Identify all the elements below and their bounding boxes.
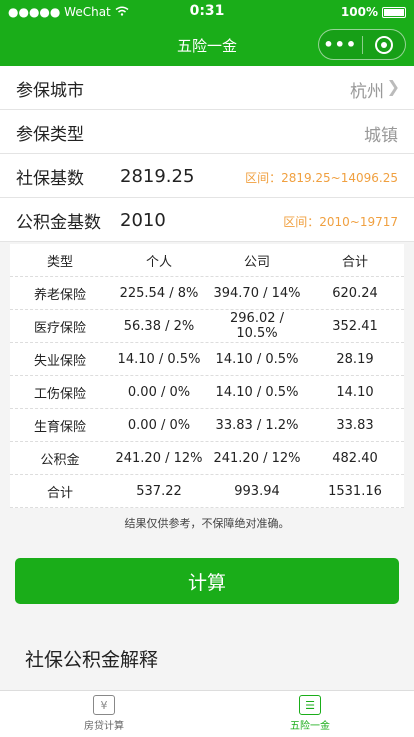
row-personal: 14.10 / 0.5% (117, 351, 201, 367)
header-type: 类型 (46, 254, 73, 270)
calculate-button[interactable]: 计算 (15, 558, 399, 604)
row-personal: 241.20 / 12% (115, 450, 203, 466)
row-type: 失业保险 (33, 353, 86, 369)
battery-info: 100% (341, 5, 406, 19)
row-type: 医疗保险 (33, 320, 86, 336)
row-total: 28.19 (336, 351, 374, 367)
row-personal: 56.38 / 2% (123, 318, 195, 334)
row-company: 394.70 / 14% (213, 285, 301, 301)
row-total: 482.40 (332, 450, 378, 466)
row-total: 352.41 (332, 318, 378, 334)
row-personal: 0.00 / 0% (127, 384, 191, 400)
row-type: 公积金 (40, 452, 80, 468)
fund-base-label: 公积金基数 (16, 213, 101, 233)
yen-house-icon: ¥ (93, 695, 115, 715)
battery-percent: 100% (340, 5, 378, 19)
social-base-label: 社保基数 (16, 169, 84, 189)
more-button[interactable]: ••• (319, 30, 362, 59)
row-type: 生育保险 (33, 419, 86, 435)
table-row: 公积金 241.20 / 12% 241.20 / 12% 482.40 (10, 442, 404, 475)
type-row[interactable]: 参保类型 城镇 (0, 110, 414, 154)
status-bar: ●●●●● WeChat 0:31 100% (0, 0, 414, 24)
row-personal: 537.22 (136, 483, 182, 499)
close-button[interactable] (363, 30, 406, 59)
mini-program-capsule: ••• (318, 29, 406, 60)
header-total: 合计 (341, 254, 368, 270)
row-type: 工伤保险 (33, 386, 86, 402)
table-row: 失业保险 14.10 / 0.5% 14.10 / 0.5% 28.19 (10, 343, 404, 376)
row-type: 养老保险 (33, 287, 86, 303)
row-total: 1531.16 (328, 483, 382, 499)
city-label: 参保城市 (16, 81, 84, 101)
row-company: 241.20 / 12% (213, 450, 301, 466)
row-type: 合计 (46, 485, 73, 501)
header-company: 公司 (243, 254, 270, 270)
header-personal: 个人 (145, 254, 172, 270)
row-company: 14.10 / 0.5% (215, 384, 299, 400)
target-icon (374, 35, 393, 54)
fund-base-range: 区间：2010~19717 (283, 215, 398, 229)
insurance-icon: ☰ (299, 695, 321, 715)
disclaimer-note: 结果仅供参考，不保障绝对准确。 (124, 517, 290, 530)
row-total: 620.24 (332, 285, 378, 301)
table-row: 医疗保险 56.38 / 2% 296.02 / 10.5% 352.41 (10, 310, 404, 343)
row-personal: 225.54 / 8% (119, 285, 199, 301)
tab-bar: ¥ 房贷计算 ☰ 五险一金 (0, 690, 414, 737)
row-total: 33.83 (336, 417, 374, 433)
table-row: 工伤保险 0.00 / 0% 14.10 / 0.5% 14.10 (10, 376, 404, 409)
chevron-right-icon: ❯ (386, 77, 400, 96)
tab-insurance-label: 五险一金 (290, 721, 330, 732)
battery-icon (382, 6, 406, 18)
tab-mortgage-label: 房贷计算 (84, 721, 124, 732)
fund-base-input[interactable]: 2010 (120, 210, 166, 231)
tab-mortgage[interactable]: ¥ 房贷计算 (44, 695, 164, 732)
city-value: 杭州 (350, 82, 384, 102)
table-row: 养老保险 225.54 / 8% 394.70 / 14% 620.24 (10, 277, 404, 310)
row-company: 14.10 / 0.5% (215, 351, 299, 367)
result-table: 类型 个人 公司 合计 养老保险 225.54 / 8% 394.70 / 14… (10, 244, 404, 508)
row-total: 14.10 (336, 384, 374, 400)
row-company: 296.02 / 10.5% (230, 311, 284, 341)
more-dots-icon: ••• (323, 35, 358, 54)
table-row: 生育保险 0.00 / 0% 33.83 / 1.2% 33.83 (10, 409, 404, 442)
city-row[interactable]: 参保城市 杭州 ❯ (0, 66, 414, 110)
section-title: 社保公积金解释 (25, 649, 159, 671)
insurance-form: 参保城市 杭州 ❯ 参保类型 城镇 社保基数 2819.25 区间：2819.2… (0, 66, 414, 242)
social-base-range: 区间：2819.25~14096.25 (245, 171, 398, 185)
type-value: 城镇 (364, 126, 398, 146)
table-row-total: 合计 537.22 993.94 1531.16 (10, 475, 404, 508)
tab-insurance[interactable]: ☰ 五险一金 (250, 695, 370, 732)
type-label: 参保类型 (16, 125, 84, 145)
row-company: 993.94 (234, 483, 280, 499)
row-personal: 0.00 / 0% (127, 417, 191, 433)
nav-bar: 五险一金 ••• (0, 24, 414, 66)
social-base-row: 社保基数 2819.25 区间：2819.25~14096.25 (0, 154, 414, 198)
row-company: 33.83 / 1.2% (215, 417, 299, 433)
table-header: 类型 个人 公司 合计 (10, 244, 404, 277)
fund-base-row: 公积金基数 2010 区间：2010~19717 (0, 198, 414, 242)
social-base-input[interactable]: 2819.25 (120, 166, 194, 187)
